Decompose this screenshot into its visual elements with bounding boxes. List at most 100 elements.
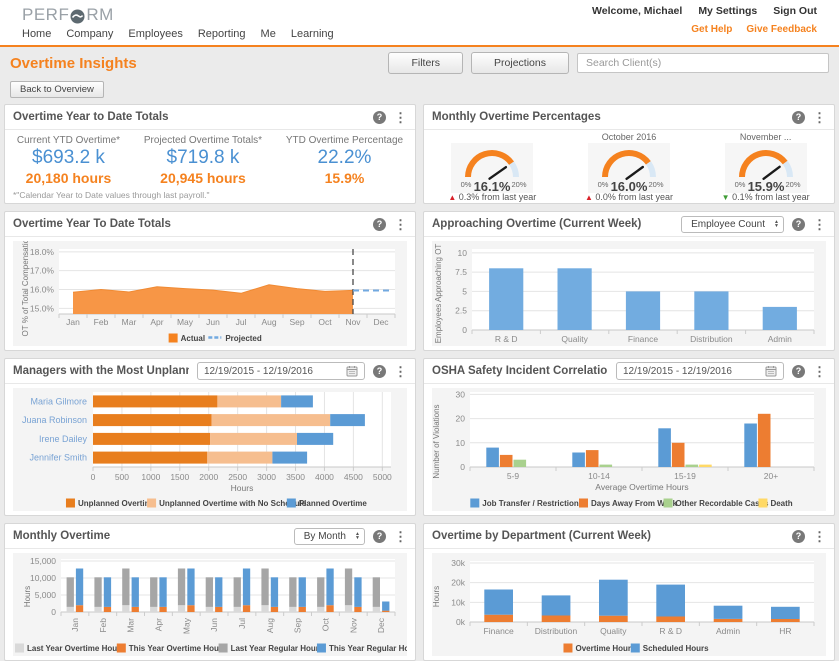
panel-title: Monthly Overtime Percentages xyxy=(432,111,784,123)
svg-text:Projected: Projected xyxy=(225,334,262,343)
svg-text:3500: 3500 xyxy=(286,472,305,482)
kebab-menu-icon[interactable]: ⋮ xyxy=(813,365,826,378)
ytd-area-chart: 15.0%16.0%17.0%18.0%OT % of Total Compen… xyxy=(13,241,407,346)
grouping-dropdown[interactable]: By Month▲▼ xyxy=(294,528,365,545)
date-range-picker[interactable]: 12/19/2015 - 12/19/2016 xyxy=(616,362,784,380)
svg-text:0: 0 xyxy=(51,607,56,617)
nav-company[interactable]: Company xyxy=(66,28,113,40)
svg-text:18.0%: 18.0% xyxy=(30,247,55,257)
svg-text:Oct: Oct xyxy=(318,317,332,327)
kpi-primary-value: $719.8 k xyxy=(144,147,262,169)
nav-employees[interactable]: Employees xyxy=(128,28,182,40)
my-settings-link[interactable]: My Settings xyxy=(698,5,757,17)
kpi-footnote: *"Calendar Year to Date values through l… xyxy=(13,190,209,200)
svg-text:Unplanned Overtime: Unplanned Overtime xyxy=(78,499,157,508)
help-icon[interactable]: ? xyxy=(373,365,386,378)
svg-text:Apr: Apr xyxy=(150,317,163,327)
svg-text:5: 5 xyxy=(462,286,467,296)
app-logo[interactable]: PERF RM xyxy=(22,5,334,25)
kebab-menu-icon[interactable]: ⋮ xyxy=(394,530,407,543)
help-icon[interactable]: ? xyxy=(373,111,386,124)
panel-title: Overtime by Department (Current Week) xyxy=(432,530,784,542)
svg-text:Jan: Jan xyxy=(70,618,80,632)
svg-text:Quality: Quality xyxy=(600,626,627,636)
svg-text:Apr: Apr xyxy=(153,618,163,631)
nav-reporting[interactable]: Reporting xyxy=(198,28,246,40)
main-nav: Home Company Employees Reporting Me Lear… xyxy=(22,28,334,45)
help-icon[interactable]: ? xyxy=(373,530,386,543)
help-icon[interactable]: ? xyxy=(792,111,805,124)
svg-text:R & D: R & D xyxy=(495,334,518,344)
filters-button[interactable]: Filters xyxy=(388,52,463,74)
svg-text:This Year Regular Hours: This Year Regular Hours xyxy=(329,644,407,653)
panel-approaching-overtime: Approaching Overtime (Current Week) Empl… xyxy=(423,211,835,351)
approaching-overtime-chart: 02.557.510Employees Approaching OTR & DQ… xyxy=(432,241,826,346)
svg-text:10: 10 xyxy=(458,248,468,258)
svg-text:May: May xyxy=(181,617,191,634)
gauge-delta: ▲ 0.0% from last year xyxy=(574,192,684,202)
svg-text:5-9: 5-9 xyxy=(507,471,520,481)
kebab-menu-icon[interactable]: ⋮ xyxy=(813,530,826,543)
get-help-link[interactable]: Get Help xyxy=(691,24,732,35)
help-icon[interactable]: ? xyxy=(373,218,386,231)
give-feedback-link[interactable]: Give Feedback xyxy=(746,24,817,35)
panel-title: OSHA Safety Incident Correlation xyxy=(432,365,608,377)
svg-text:0%: 0% xyxy=(461,180,472,189)
kpi-projected: Projected Overtime Totals* $719.8 k 20,9… xyxy=(144,135,262,186)
nav-me[interactable]: Me xyxy=(261,28,276,40)
svg-text:Aug: Aug xyxy=(265,618,275,633)
svg-text:0%: 0% xyxy=(598,180,609,189)
kpi-row: Current YTD Overtime* $693.2 k 20,180 ho… xyxy=(5,130,415,186)
svg-text:Overtime Hours: Overtime Hours xyxy=(575,644,636,653)
date-range-picker[interactable]: 12/19/2015 - 12/19/2016 xyxy=(197,362,365,380)
search-input[interactable] xyxy=(577,53,829,73)
welcome-text: Welcome, Michael xyxy=(592,5,682,17)
panel-osha-correlation: OSHA Safety Incident Correlation 12/19/2… xyxy=(423,358,835,516)
svg-text:20: 20 xyxy=(456,414,466,424)
svg-text:Finance: Finance xyxy=(484,626,515,636)
logo-globe-icon xyxy=(70,9,85,24)
trend-arrow-icon: ▲ xyxy=(585,193,593,202)
chevron-updown-icon: ▲▼ xyxy=(774,220,779,228)
svg-text:20%: 20% xyxy=(648,180,663,189)
svg-text:2000: 2000 xyxy=(199,472,218,482)
kebab-menu-icon[interactable]: ⋮ xyxy=(394,218,407,231)
sign-out-link[interactable]: Sign Out xyxy=(773,5,817,17)
kpi-secondary-value: 20,945 hours xyxy=(144,170,262,186)
gauge-dial: 0%20%15.9% xyxy=(711,143,821,193)
svg-text:Admin: Admin xyxy=(716,626,740,636)
svg-text:20%: 20% xyxy=(785,180,800,189)
gauge-title: November ... xyxy=(711,132,821,143)
svg-text:0%: 0% xyxy=(734,180,745,189)
svg-text:30k: 30k xyxy=(451,558,465,568)
svg-text:15-19: 15-19 xyxy=(674,471,696,481)
kebab-menu-icon[interactable]: ⋮ xyxy=(394,111,407,124)
projections-button[interactable]: Projections xyxy=(471,52,569,74)
nav-learning[interactable]: Learning xyxy=(291,28,334,40)
logo-text-suffix: RM xyxy=(86,5,113,25)
nav-home[interactable]: Home xyxy=(22,28,51,40)
kpi-percentage: YTD Overtime Percentage 22.2% 15.9% xyxy=(286,135,403,186)
logo-text-prefix: PERF xyxy=(22,5,69,25)
help-icon[interactable]: ? xyxy=(792,365,805,378)
kebab-menu-icon[interactable]: ⋮ xyxy=(813,111,826,124)
back-to-overview-button[interactable]: Back to Overview xyxy=(10,81,104,98)
svg-text:Nov: Nov xyxy=(345,317,361,327)
svg-text:Hours: Hours xyxy=(432,586,441,607)
department-overtime-chart: 0k10k20k30kHoursFinanceDistributionQuali… xyxy=(432,553,826,656)
metric-dropdown[interactable]: Employee Count▲▼ xyxy=(681,216,784,233)
svg-text:Feb: Feb xyxy=(94,317,109,327)
svg-text:Distribution: Distribution xyxy=(535,626,578,636)
svg-text:Jennifer Smith: Jennifer Smith xyxy=(29,453,87,463)
gauge-dial: 0%20%16.1% xyxy=(437,143,547,193)
svg-text:May: May xyxy=(177,317,194,327)
help-icon[interactable]: ? xyxy=(792,218,805,231)
trend-arrow-icon: ▼ xyxy=(722,193,730,202)
svg-text:16.0%: 16.0% xyxy=(611,179,648,193)
kebab-menu-icon[interactable]: ⋮ xyxy=(813,218,826,231)
kebab-menu-icon[interactable]: ⋮ xyxy=(394,365,407,378)
help-icon[interactable]: ? xyxy=(792,530,805,543)
svg-text:5,000: 5,000 xyxy=(35,590,57,600)
kpi-label: Current YTD Overtime* xyxy=(17,135,120,146)
svg-text:Aug: Aug xyxy=(261,317,276,327)
